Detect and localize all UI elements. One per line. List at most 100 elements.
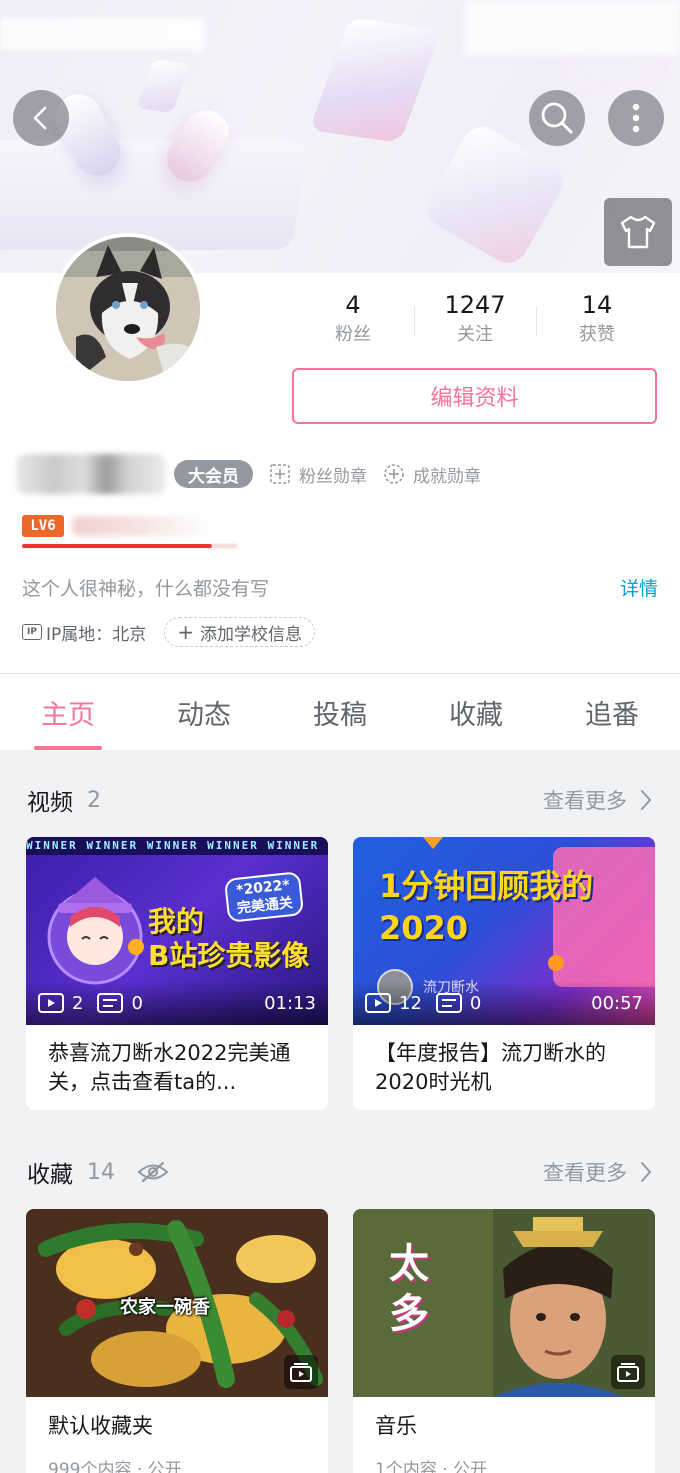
- tab-favorites[interactable]: 收藏: [408, 674, 544, 750]
- thumb-decoration: [423, 837, 443, 849]
- add-school-label: 添加学校信息: [200, 624, 303, 645]
- thumb-text-line: 我的: [148, 905, 205, 938]
- profile-tabs: 主页 动态 投稿 收藏 追番: [0, 674, 680, 750]
- medal-add-icon: [384, 464, 404, 484]
- stat-label: 获赞: [579, 324, 615, 345]
- danmaku-count-value: 0: [131, 992, 143, 1014]
- danmaku-count: 0: [97, 992, 143, 1014]
- play-icon: [365, 993, 391, 1013]
- ip-icon: IP: [22, 624, 42, 640]
- achievement-medal-button[interactable]: 成就勋章: [383, 462, 481, 487]
- edit-profile-button[interactable]: 编辑资料: [292, 368, 657, 424]
- video-title: 恭喜流刀断水2022完美通关，点击查看ta的...: [48, 1041, 291, 1094]
- danmaku-icon: [97, 993, 124, 1013]
- level-progress-bar: [22, 544, 212, 548]
- video-duration: 00:57: [591, 992, 643, 1014]
- thumb-banner-text: WINNER: [86, 839, 139, 852]
- chevron-right-icon: [641, 790, 652, 810]
- folder-play-icon: [617, 1363, 639, 1382]
- add-school-button[interactable]: + 添加学校信息: [164, 617, 316, 647]
- search-button[interactable]: [529, 90, 585, 146]
- thumb-banner: WINNER WINNER WINNER WINNER WINNER: [26, 837, 328, 855]
- banner-decoration: [308, 17, 442, 143]
- profile-stats: 4 粉丝 1247 关注 14 获赞: [292, 290, 658, 352]
- status-bar-blur: [465, 0, 680, 55]
- favorite-folder-card[interactable]: 农家一碗香 默认收藏夹 999个内容 · 公开: [26, 1209, 328, 1473]
- stat-fans[interactable]: 4 粉丝: [292, 290, 414, 352]
- section-title: 视频: [27, 790, 73, 816]
- thumb-text-line: 多: [389, 1291, 429, 1337]
- username-blurred: [16, 454, 166, 494]
- play-count: 12: [365, 993, 422, 1014]
- favorite-thumbnail: 农家一碗香: [26, 1209, 328, 1397]
- video-meta: 12 0 00:57: [353, 981, 655, 1025]
- section-count: 2: [87, 787, 101, 813]
- banner-decoration: [135, 59, 191, 113]
- favorites-more-link[interactable]: 查看更多: [543, 1157, 653, 1187]
- thumb-banner-text: WINNER: [26, 839, 78, 852]
- avatar[interactable]: [52, 233, 204, 385]
- signature-row: 这个人很神秘，什么都没有写 详情: [22, 570, 658, 604]
- video-duration: 01:13: [264, 992, 316, 1014]
- danmaku-icon: [435, 993, 462, 1013]
- favorite-folder-badge: [284, 1355, 318, 1389]
- chevron-right-icon: [641, 1162, 652, 1182]
- thumb-text-line: 2020: [379, 909, 469, 947]
- play-count-value: 12: [399, 992, 422, 1014]
- fan-medal-label: 粉丝勋章: [299, 466, 367, 487]
- stat-number: 14: [581, 291, 613, 319]
- more-vertical-icon: [632, 103, 640, 133]
- level-row: LV6: [22, 515, 212, 537]
- video-thumbnail: WINNER WINNER WINNER WINNER WINNER *2022…: [26, 837, 328, 1025]
- stat-following[interactable]: 1247 关注: [414, 290, 536, 352]
- favorites-section-header: 收藏 14 查看更多: [27, 1152, 653, 1192]
- dress-up-button[interactable]: [604, 198, 672, 266]
- videos-section-header: 视频 2 查看更多: [27, 780, 653, 820]
- home-content: 视频 2 查看更多 WINNER WINNER WINNER WINNER WI…: [0, 750, 680, 1473]
- thumb-banner-text: WINNER: [146, 839, 199, 852]
- username-row: 大会员 粉丝勋章 成就勋章: [16, 452, 481, 496]
- stat-label: 关注: [457, 324, 493, 345]
- tshirt-icon: [620, 215, 656, 249]
- level-progress-rest: [212, 544, 237, 548]
- tab-home[interactable]: 主页: [0, 674, 136, 750]
- folder-play-icon: [290, 1363, 312, 1382]
- favorite-folder-meta: 999个内容 · 公开: [48, 1460, 182, 1473]
- videos-more-link[interactable]: 查看更多: [543, 785, 653, 815]
- thumb-text-line: 太: [389, 1241, 429, 1287]
- level-text-blurred: [72, 516, 212, 536]
- thumb-text-line: 1分钟回顾我的: [379, 867, 594, 905]
- back-button[interactable]: [13, 90, 69, 146]
- detail-link[interactable]: 详情: [620, 574, 658, 601]
- thumb-text: 太 多: [389, 1239, 429, 1339]
- thumb-text: 农家一碗香: [120, 1297, 210, 1318]
- stat-label: 粉丝: [335, 324, 371, 345]
- more-label: 查看更多: [543, 789, 627, 813]
- favorite-folder-card[interactable]: 太 多 音乐 1个内容 · 公开: [353, 1209, 655, 1473]
- video-card[interactable]: WINNER WINNER WINNER WINNER WINNER *2022…: [26, 837, 328, 1110]
- stat-likes[interactable]: 14 获赞: [536, 290, 658, 352]
- status-bar-blur: [0, 18, 205, 50]
- tab-bangumi[interactable]: 追番: [544, 674, 680, 750]
- play-icon: [38, 993, 64, 1013]
- video-thumbnail: 1分钟回顾我的 2020 流刀断水 12 0 00:57: [353, 837, 655, 1025]
- danmaku-count-value: 0: [469, 992, 482, 1014]
- play-count: 2: [38, 993, 83, 1014]
- play-count-value: 2: [72, 992, 84, 1014]
- signature-text: 这个人很神秘，什么都没有写: [22, 577, 270, 600]
- thumb-text: 我的 B站珍贵影像: [148, 905, 309, 973]
- avatar-husky-image: [56, 237, 200, 381]
- mascot-illustration: [47, 877, 144, 985]
- tab-uploads[interactable]: 投稿: [272, 674, 408, 750]
- video-card[interactable]: 1分钟回顾我的 2020 流刀断水 12 0 00:57 【年度报告】流刀断水的…: [353, 837, 655, 1110]
- more-button[interactable]: [608, 90, 664, 146]
- medal-add-icon: [270, 464, 290, 484]
- vip-badge[interactable]: 大会员: [174, 460, 253, 488]
- tab-dynamics[interactable]: 动态: [136, 674, 272, 750]
- ip-row: IP IP属地：北京 + 添加学校信息: [22, 616, 316, 648]
- more-label: 查看更多: [543, 1161, 627, 1185]
- fan-medal-button[interactable]: 粉丝勋章: [269, 462, 367, 487]
- eye-off-icon[interactable]: [137, 1161, 169, 1183]
- chevron-left-icon: [33, 106, 47, 130]
- stat-number: 4: [345, 291, 361, 319]
